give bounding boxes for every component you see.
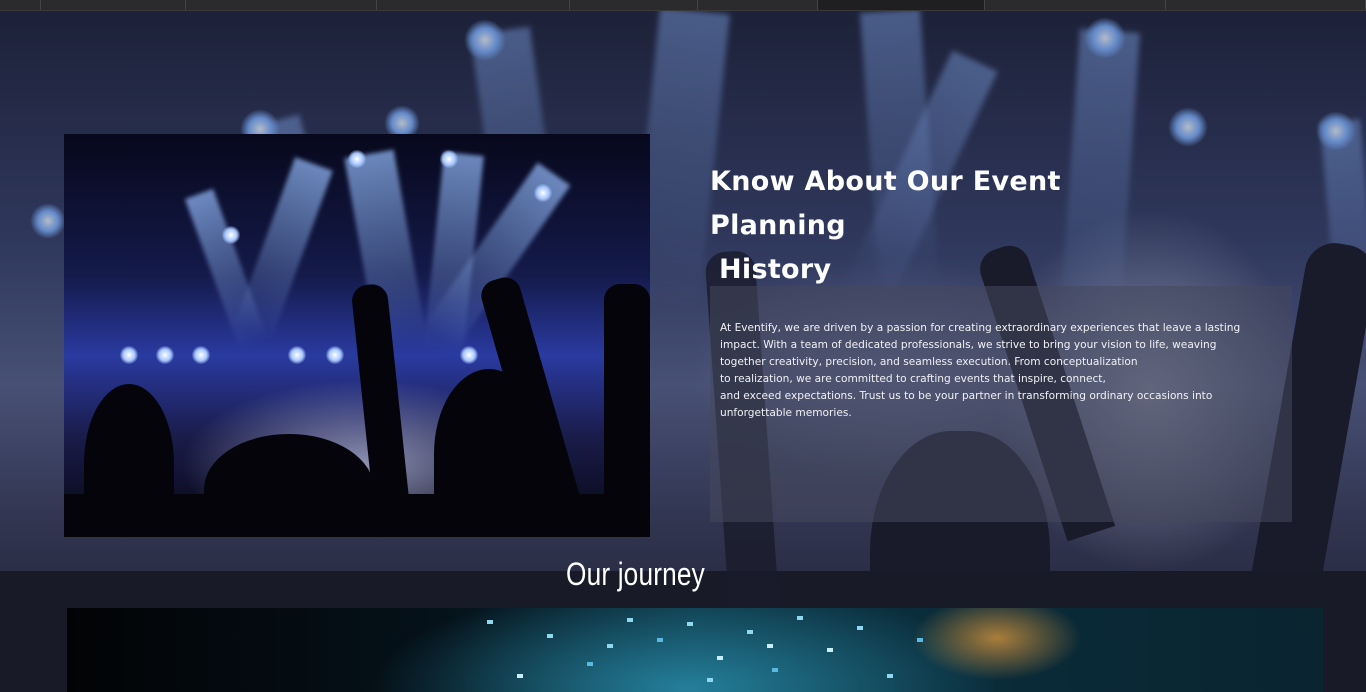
about-paragraph: At Eventify, we are driven by a passion … <box>720 320 1240 422</box>
about-text-card: At Eventify, we are driven by a passion … <box>710 286 1292 522</box>
tab-segment[interactable] <box>41 0 187 10</box>
about-text-line: impact. With a team of dedicated profess… <box>720 339 1217 351</box>
tab-segment-active[interactable] <box>818 0 985 10</box>
tab-segment[interactable] <box>698 0 819 10</box>
concert-feature-image <box>64 134 650 537</box>
about-text-line: and exceed expectations. Trust us to be … <box>720 390 1213 402</box>
browser-tab-strip <box>0 0 1366 11</box>
tab-segment[interactable] <box>570 0 698 10</box>
tab-segment[interactable] <box>186 0 378 10</box>
about-heading-line1: Know About Our Event Planning <box>710 166 1061 241</box>
about-text-line: At Eventify, we are driven by a passion … <box>720 322 1241 334</box>
journey-confetti-image <box>67 608 1323 692</box>
about-heading: Know About Our Event Planning History <box>710 160 1190 292</box>
journey-heading: Our journey <box>566 556 705 592</box>
page: Know About Our Event Planning History At… <box>0 0 1366 692</box>
tab-segment[interactable] <box>985 0 1166 10</box>
tab-segment[interactable] <box>377 0 570 10</box>
about-text-line: together creativity, precision, and seam… <box>720 356 1138 368</box>
tab-segment[interactable] <box>1166 0 1366 10</box>
tab-segment[interactable] <box>0 0 41 10</box>
about-text-line: unforgettable memories. <box>720 407 852 419</box>
about-text-line: to realization, we are committed to craf… <box>720 373 1106 385</box>
